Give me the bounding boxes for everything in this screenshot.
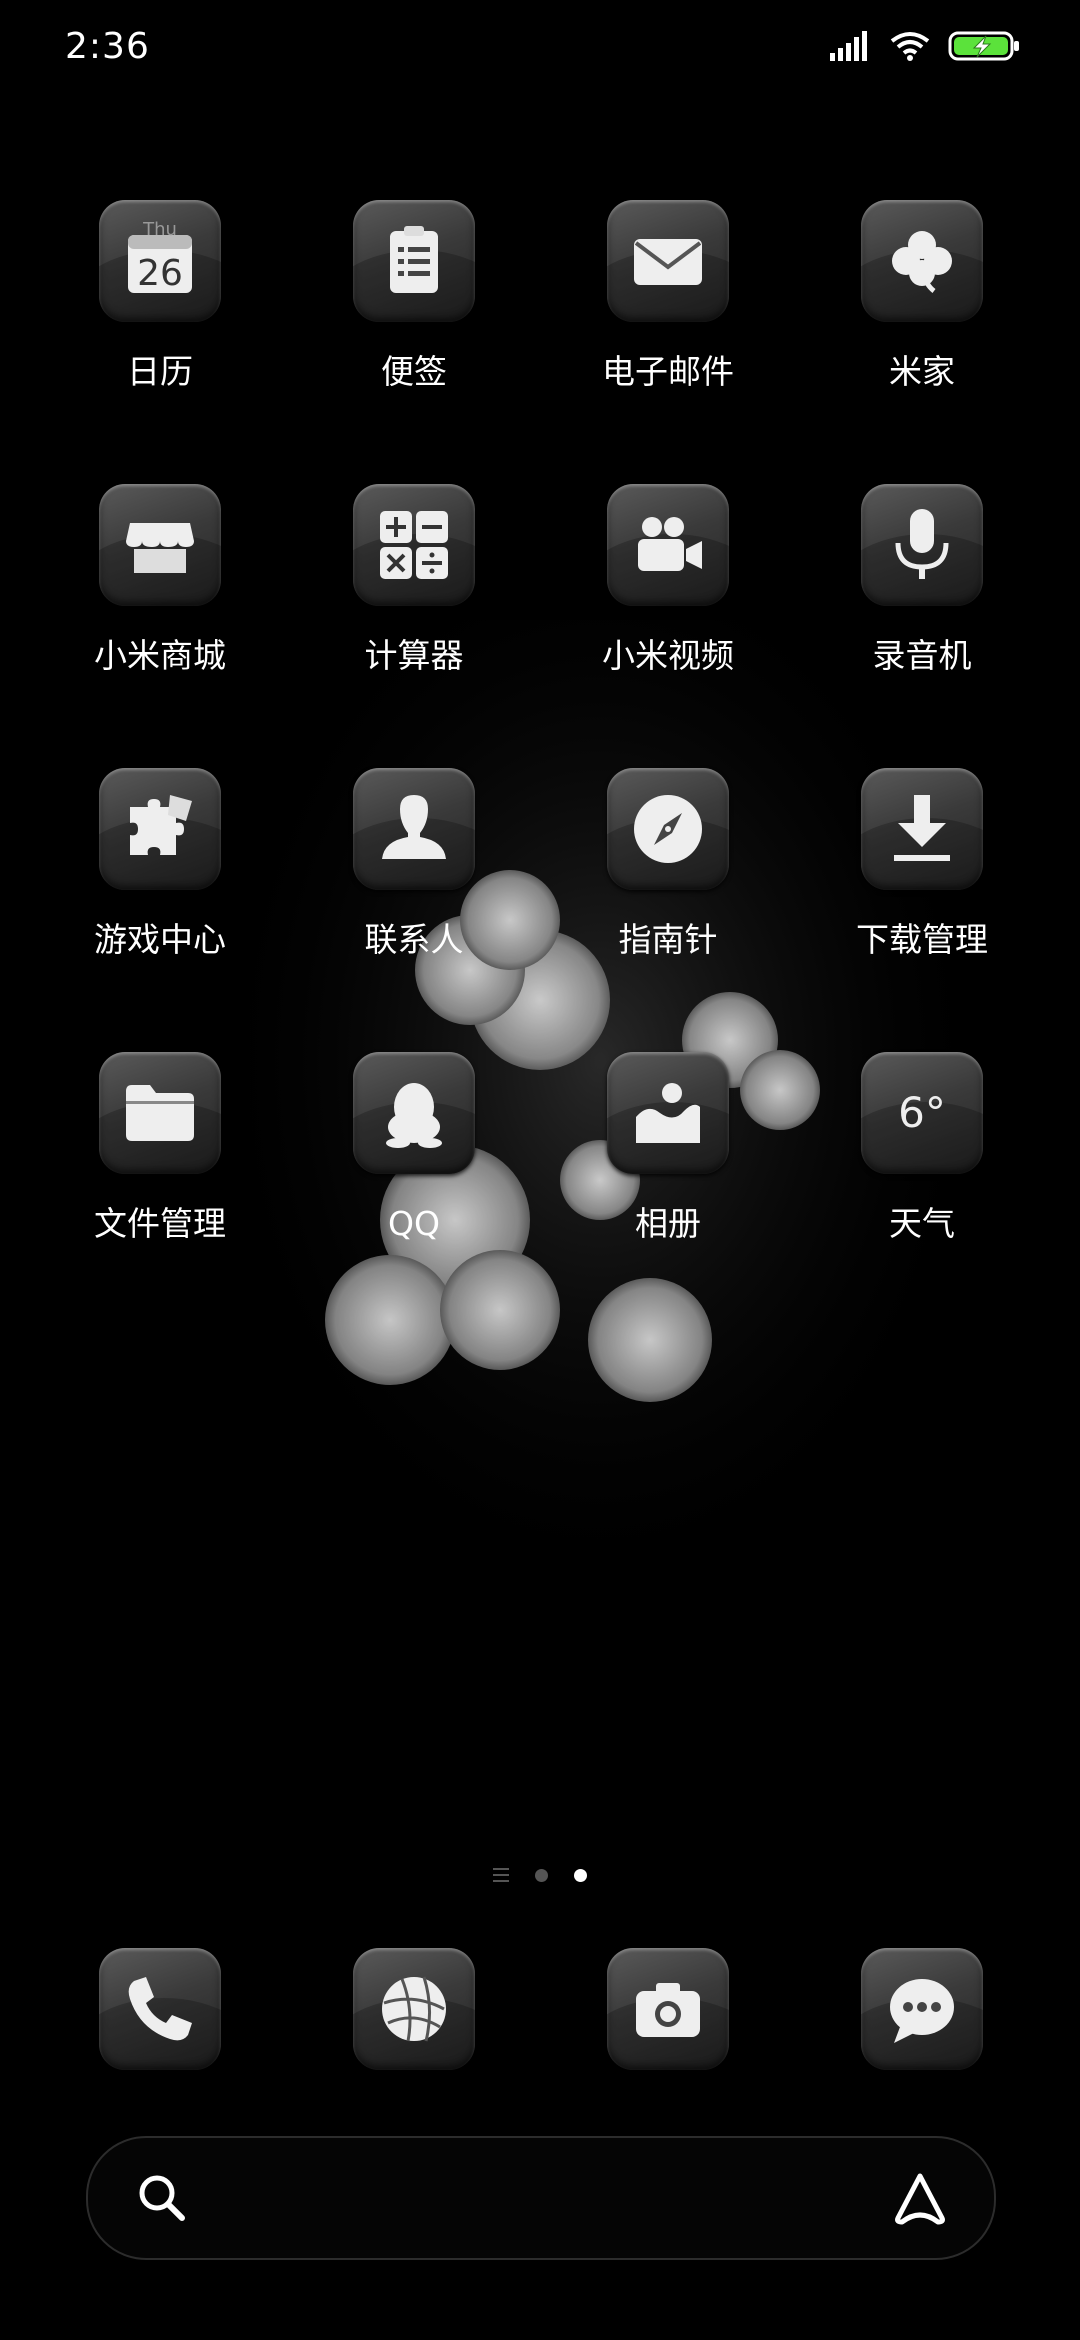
notes-icon: [390, 226, 438, 293]
browser-globe-icon: [382, 1976, 446, 2042]
xiao-ai-assistant-icon[interactable]: [890, 2168, 950, 2228]
weather-temperature: 6°: [898, 1088, 946, 1137]
microphone-icon: [895, 509, 949, 579]
app-mijia[interactable]: 米家: [795, 200, 1049, 392]
store-icon: [126, 523, 194, 573]
app-label: 天气: [889, 1204, 955, 1243]
app-weather[interactable]: 6° 天气: [795, 1052, 1049, 1244]
search-bar[interactable]: [86, 2136, 996, 2260]
status-bar: 2:36: [0, 0, 1080, 96]
app-label: 文件管理: [94, 1204, 226, 1243]
app-label: 便签: [381, 352, 447, 391]
dock-camera[interactable]: [607, 1948, 729, 2070]
app-label: 游戏中心: [94, 920, 226, 959]
messages-icon: [890, 1979, 954, 2043]
dock-phone[interactable]: [99, 1948, 221, 2070]
download-icon: [894, 795, 950, 861]
compass-icon: [634, 795, 702, 863]
video-camera-icon: [638, 517, 702, 571]
app-qq[interactable]: QQ: [287, 1052, 541, 1244]
mail-icon: [634, 239, 702, 285]
app-label: 录音机: [872, 636, 972, 675]
app-drawer-lines-icon[interactable]: [493, 1868, 509, 1882]
app-calendar[interactable]: Thu 26 日历: [33, 200, 287, 392]
dock-messages[interactable]: [861, 1948, 983, 2070]
dock-browser[interactable]: [353, 1948, 475, 2070]
app-label: 米家: [889, 352, 955, 391]
battery-charging-icon: [948, 31, 1019, 61]
app-recorder[interactable]: 录音机: [795, 484, 1049, 676]
app-email[interactable]: 电子邮件: [541, 200, 795, 392]
app-notes[interactable]: 便签: [287, 200, 541, 392]
calendar-day: Thu: [142, 221, 177, 240]
app-label: 日历: [127, 352, 193, 391]
camera-icon: [636, 1983, 700, 2037]
search-icon[interactable]: [134, 2170, 190, 2226]
app-compass[interactable]: 指南针: [541, 768, 795, 960]
search-input[interactable]: [208, 2168, 852, 2230]
app-gallery[interactable]: 相册: [541, 1052, 795, 1244]
app-contacts[interactable]: 联系人: [287, 768, 541, 960]
page-indicator[interactable]: [0, 1868, 1080, 1882]
app-file-manager[interactable]: 文件管理: [33, 1052, 287, 1244]
contact-icon: [382, 795, 446, 859]
calculator-icon: [380, 511, 448, 579]
app-label: QQ: [388, 1204, 440, 1243]
page-dot-1[interactable]: [535, 1868, 548, 1882]
calendar-date: 26: [137, 253, 183, 294]
app-label: 计算器: [364, 636, 464, 675]
app-calculator[interactable]: 计算器: [287, 484, 541, 676]
app-mi-store[interactable]: 小米商城: [33, 484, 287, 676]
status-time: 2:36: [65, 26, 150, 67]
wifi-icon: [890, 32, 930, 61]
app-game-center[interactable]: 游戏中心: [33, 768, 287, 960]
folder-icon: [126, 1085, 194, 1141]
signal-icon: [830, 31, 867, 61]
app-label: 相册: [635, 1204, 701, 1243]
app-mi-video[interactable]: 小米视频: [541, 484, 795, 676]
clover-icon: [892, 231, 952, 293]
gallery-icon: [636, 1083, 700, 1143]
app-label: 下载管理: [856, 920, 988, 959]
page-dot-2-active[interactable]: [574, 1868, 587, 1882]
app-label: 电子邮件: [602, 352, 734, 391]
app-label: 指南针: [618, 920, 718, 959]
phone-icon: [128, 1977, 192, 2041]
home-screen: 2:36 Thu 26 日历 便签 电子邮件 米家 小米商城 计算器 小米视频 …: [0, 0, 1080, 2340]
dock: [0, 1948, 1080, 2072]
status-icons: [830, 30, 1020, 62]
puzzle-icon: [130, 795, 192, 855]
app-downloads[interactable]: 下载管理: [795, 768, 1049, 960]
weather-icon: 6°: [898, 1088, 946, 1137]
calendar-icon: Thu 26: [128, 221, 192, 294]
qq-penguin-icon: [386, 1083, 442, 1148]
app-label: 小米视频: [602, 636, 734, 675]
app-label: 小米商城: [94, 636, 226, 675]
app-label: 联系人: [364, 920, 464, 959]
